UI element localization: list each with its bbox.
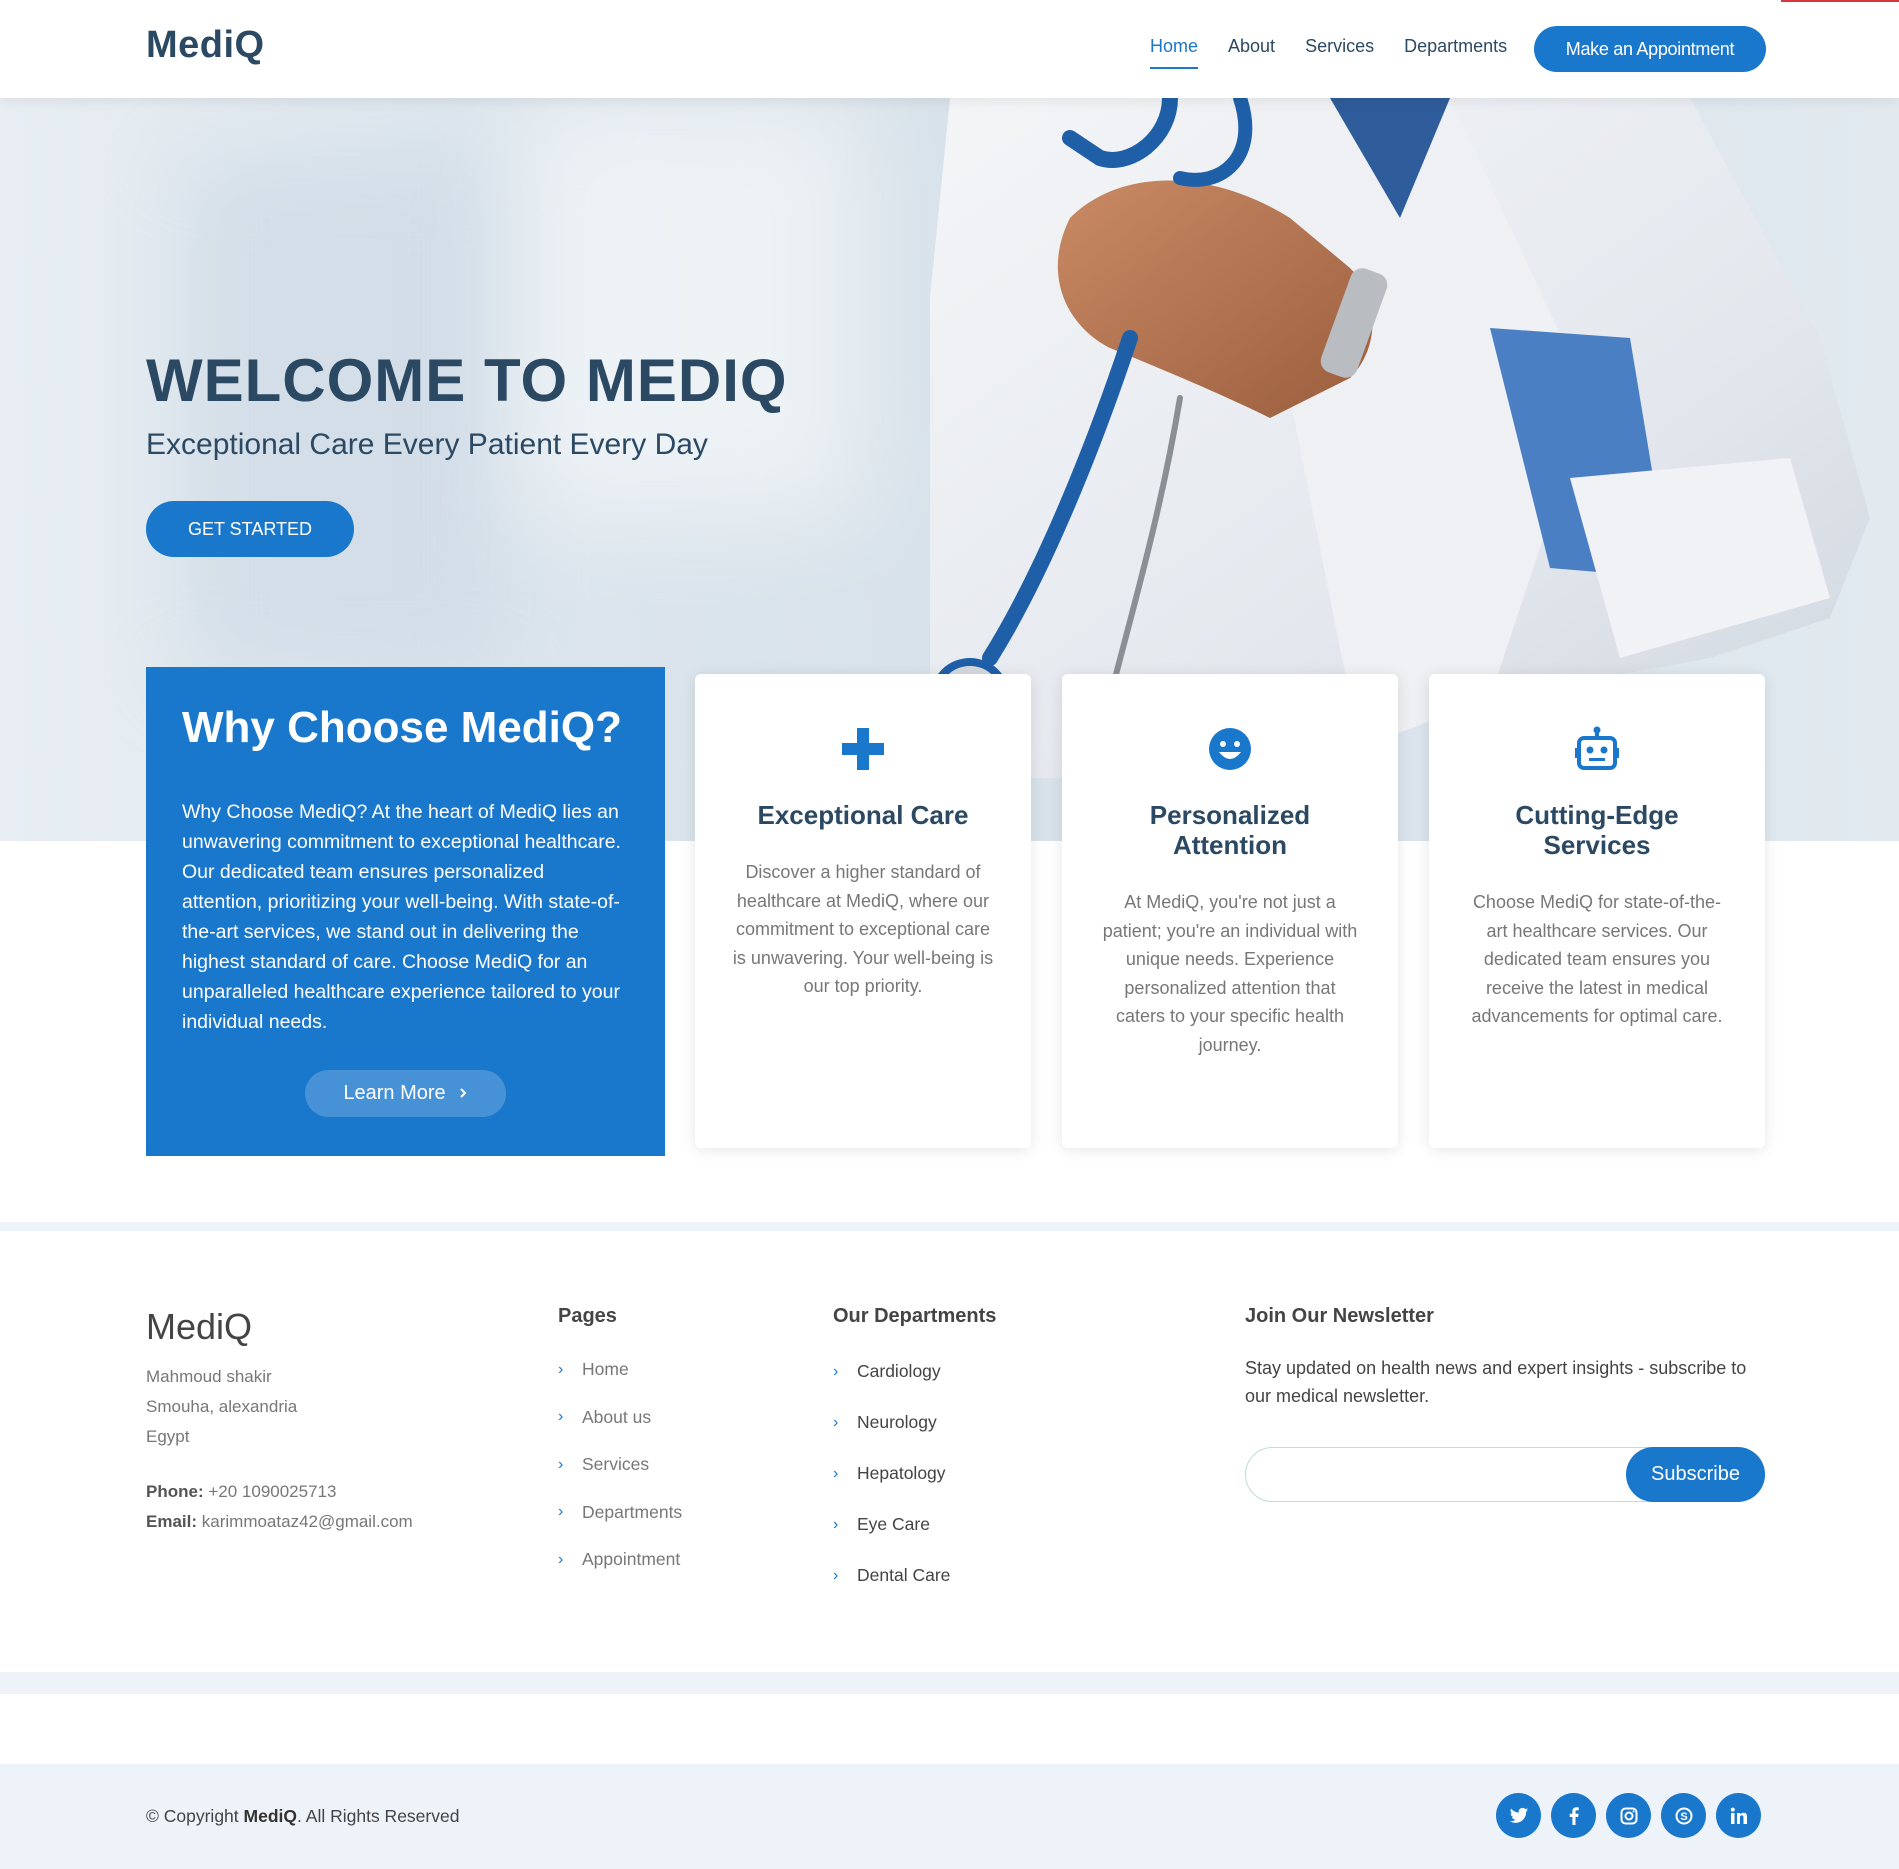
footer-pages: Pages › Home › About us › Services › Departm… [558, 1305, 682, 1584]
skype-icon[interactable]: S [1661, 1793, 1706, 1838]
footer-departments-title: Our Departments [833, 1305, 997, 1327]
footer-link-departments[interactable]: › Departments [558, 1489, 682, 1537]
chevron-right-icon: › [833, 1566, 839, 1584]
newsletter-email-input[interactable] [1266, 1448, 1636, 1501]
footer-departments: Our Departments › Cardiology › Neurology ›… [833, 1305, 996, 1601]
copyright-text: © Copyright MediQ. All Rights Reserved [146, 1806, 460, 1826]
why-choose-box: Why Choose MediQ? Why Choose MediQ? At t… [146, 667, 665, 1156]
newsletter-text: Stay updated on health news and expert i… [1245, 1358, 1747, 1406]
why-text: Why Choose MediQ? At the heart of MediQ … [182, 801, 621, 1033]
card-text: At MediQ, you're not just a patient; you… [1102, 892, 1358, 1055]
site-header: MediQ Home About Services Departments Ma… [0, 0, 1899, 98]
card-cutting-edge-services: Cutting-Edge Services Choose MediQ for s… [1429, 674, 1765, 1148]
facebook-icon[interactable] [1551, 1793, 1596, 1838]
card-title: Cutting-Edge Services [1515, 800, 1679, 860]
learn-more-button[interactable]: Learn More [305, 1070, 506, 1117]
footer-link-appointment[interactable]: › Appointment [558, 1536, 682, 1584]
footer-bottom: © Copyright MediQ. All Rights Reserved S [0, 1764, 1899, 1869]
get-started-button[interactable]: GET STARTED [146, 501, 354, 557]
footer-dept-hepatology[interactable]: › Hepatology [833, 1448, 996, 1499]
smile-icon [1207, 726, 1253, 772]
chevron-right-icon: › [833, 1515, 839, 1533]
footer-dept-dental-care[interactable]: › Dental Care [833, 1550, 996, 1601]
card-exceptional-care: Exceptional Care Discover a higher stand… [695, 674, 1031, 1148]
footer-dept-neurology[interactable]: › Neurology [833, 1397, 996, 1448]
plus-icon [840, 726, 886, 772]
nav-departments[interactable]: Departments [1404, 36, 1507, 69]
footer-link-about[interactable]: › About us [558, 1394, 682, 1442]
card-title: Exceptional Care [757, 800, 969, 830]
make-appointment-button[interactable]: Make an Appointment [1534, 26, 1766, 72]
hero-subtitle: Exceptional Care Every Patient Every Day [146, 428, 708, 461]
instagram-icon[interactable] [1606, 1793, 1651, 1838]
footer-pages-title: Pages [558, 1305, 617, 1327]
newsletter-form: Subscribe [1245, 1447, 1765, 1502]
chevron-right-icon: › [558, 1408, 564, 1426]
footer-link-home[interactable]: › Home [558, 1346, 682, 1394]
footer-address: Mahmoud shakir Smouha, alexandria Egypt [146, 1367, 298, 1446]
chevron-right-icon: › [558, 1550, 564, 1568]
hero-title: WELCOME TO MEDIQ [146, 347, 788, 414]
subscribe-button[interactable]: Subscribe [1626, 1447, 1765, 1502]
social-links: S [1496, 1793, 1761, 1838]
chevron-right-icon: › [558, 1455, 564, 1473]
nav-about[interactable]: About [1228, 36, 1275, 69]
why-title: Why Choose MediQ? [182, 703, 622, 752]
card-text: Choose MediQ for state-of-the-art health… [1471, 892, 1723, 1026]
chevron-right-icon: › [833, 1413, 839, 1431]
card-title: Personalized Attention [1149, 800, 1311, 860]
main-nav: Home About Services Departments [1150, 36, 1507, 69]
nav-services[interactable]: Services [1305, 36, 1374, 69]
footer-logo: MediQ [146, 1306, 253, 1347]
footer-link-services[interactable]: › Services [558, 1441, 682, 1489]
chevron-right-icon: › [833, 1464, 839, 1482]
newsletter-title: Join Our Newsletter [1245, 1305, 1434, 1327]
top-accent-line [1781, 0, 1899, 2]
chevron-right-icon: › [558, 1503, 564, 1521]
card-personalized-attention: Personalized Attention At MediQ, you're … [1062, 674, 1398, 1148]
footer-dept-eye-care[interactable]: › Eye Care [833, 1499, 996, 1550]
nav-home[interactable]: Home [1150, 36, 1199, 69]
newsletter-section: Join Our Newsletter Stay updated on heal… [1245, 1305, 1765, 1502]
card-text: Discover a higher standard of healthcare… [732, 862, 994, 996]
robot-icon [1574, 726, 1620, 772]
linkedin-icon[interactable] [1716, 1793, 1761, 1838]
chevron-right-icon: › [833, 1362, 839, 1380]
chevron-right-icon [458, 1082, 468, 1105]
footer-dept-cardiology[interactable]: › Cardiology [833, 1346, 996, 1397]
learn-more-label: Learn More [343, 1082, 446, 1104]
footer-contact: Phone: +20 1090025713 Email: karimmoataz… [146, 1482, 413, 1531]
svg-text:S: S [1680, 1811, 1687, 1823]
twitter-icon[interactable] [1496, 1793, 1541, 1838]
footer-email: karimmoataz42@gmail.com [201, 1512, 413, 1531]
chevron-right-icon: › [558, 1360, 564, 1378]
site-logo[interactable]: MediQ [146, 24, 265, 67]
footer-phone: +20 1090025713 [208, 1482, 337, 1501]
